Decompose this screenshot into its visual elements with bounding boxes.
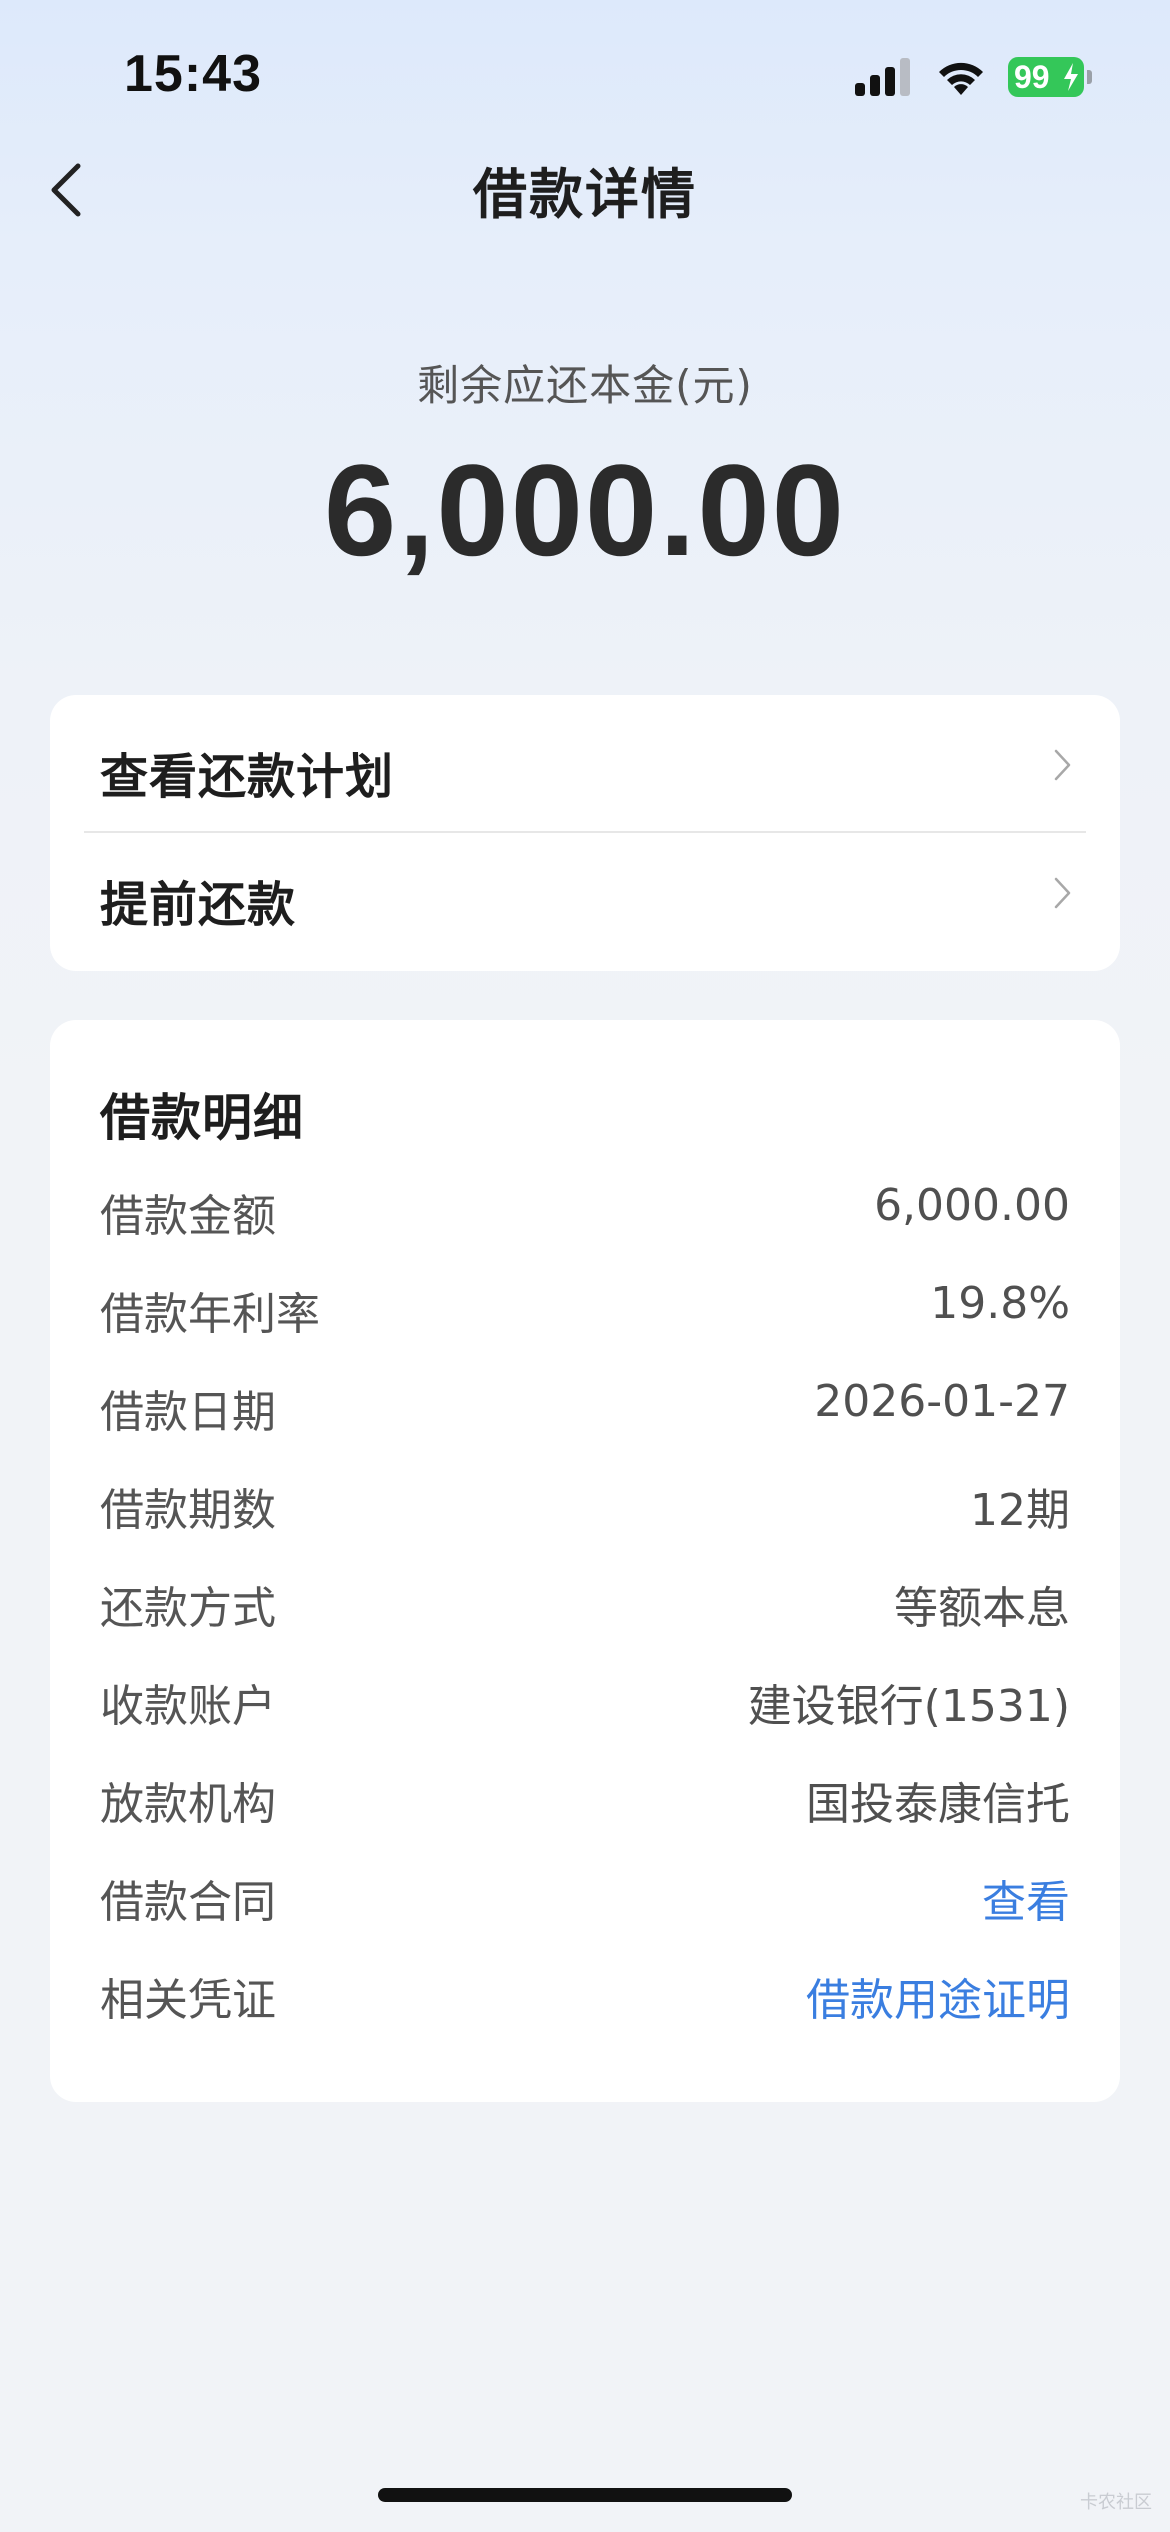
status-bar: 15:43 99 <box>0 0 1170 150</box>
status-time: 15:43 <box>124 45 262 103</box>
navigation-bar: 借款详情 <box>0 140 1170 240</box>
detail-row-loan-contract: 借款合同 查看 <box>100 1856 1070 1928</box>
early-repayment-button[interactable]: 提前还款 <box>50 827 1120 955</box>
battery-icon: 99 <box>1008 57 1084 97</box>
actions-card: 查看还款计划 提前还款 <box>50 695 1120 971</box>
detail-row-loan-date: 借款日期 2026-01-27 <box>100 1366 1070 1438</box>
detail-row-related-vouchers: 相关凭证 借款用途证明 <box>100 1954 1070 2026</box>
detail-label: 相关凭证 <box>100 1975 276 2026</box>
battery-level: 99 <box>1014 59 1050 95</box>
watermark: 卡农社区 <box>1080 2492 1152 2513</box>
detail-value: 2026-01-27 <box>814 1376 1070 1427</box>
detail-label: 借款日期 <box>100 1387 276 1438</box>
home-indicator[interactable] <box>378 2488 792 2502</box>
section-title: 借款明细 <box>100 1089 304 1147</box>
page-title: 借款详情 <box>473 163 697 226</box>
action-label: 查看还款计划 <box>100 749 395 805</box>
chevron-right-icon <box>1054 749 1071 781</box>
detail-label: 借款金额 <box>100 1191 276 1242</box>
detail-value: 建设银行(1531) <box>747 1681 1070 1732</box>
remaining-principal-amount: 6,000.00 <box>323 437 847 583</box>
detail-value: 国投泰康信托 <box>806 1779 1070 1830</box>
detail-row-term-count: 借款期数 12期 <box>100 1464 1070 1536</box>
wifi-icon <box>939 62 983 95</box>
view-contract-link[interactable]: 查看 <box>982 1866 1070 1930</box>
detail-label: 收款账户 <box>100 1681 276 1732</box>
detail-value: 等额本息 <box>894 1583 1070 1634</box>
detail-row-interest-rate: 借款年利率 19.8% <box>100 1268 1070 1340</box>
charging-bolt-icon <box>1064 63 1078 91</box>
detail-label: 放款机构 <box>100 1779 276 1830</box>
detail-row-lending-institution: 放款机构 国投泰康信托 <box>100 1758 1070 1830</box>
loan-details-card: 借款明细 借款金额 6,000.00 借款年利率 19.8% 借款日期 2026… <box>50 1020 1120 2102</box>
detail-row-loan-amount: 借款金额 6,000.00 <box>100 1170 1070 1242</box>
action-label: 提前还款 <box>100 877 297 933</box>
detail-label: 还款方式 <box>100 1583 276 1634</box>
detail-value: 19.8% <box>930 1278 1070 1329</box>
detail-label: 借款年利率 <box>100 1289 320 1340</box>
detail-label: 借款合同 <box>100 1877 276 1928</box>
loan-purpose-proof-link[interactable]: 借款用途证明 <box>806 1964 1070 2028</box>
battery-cap <box>1087 70 1092 84</box>
chevron-right-icon <box>1054 877 1071 909</box>
detail-row-repayment-method: 还款方式 等额本息 <box>100 1562 1070 1634</box>
view-repayment-plan-button[interactable]: 查看还款计划 <box>50 699 1120 827</box>
detail-label: 借款期数 <box>100 1485 276 1536</box>
detail-row-receiving-account: 收款账户 建设银行(1531) <box>100 1660 1070 1732</box>
cellular-signal-icon <box>855 56 915 96</box>
detail-value: 6,000.00 <box>874 1180 1070 1231</box>
detail-value: 12期 <box>970 1485 1070 1536</box>
remaining-principal-label: 剩余应还本金(元) <box>417 361 753 410</box>
